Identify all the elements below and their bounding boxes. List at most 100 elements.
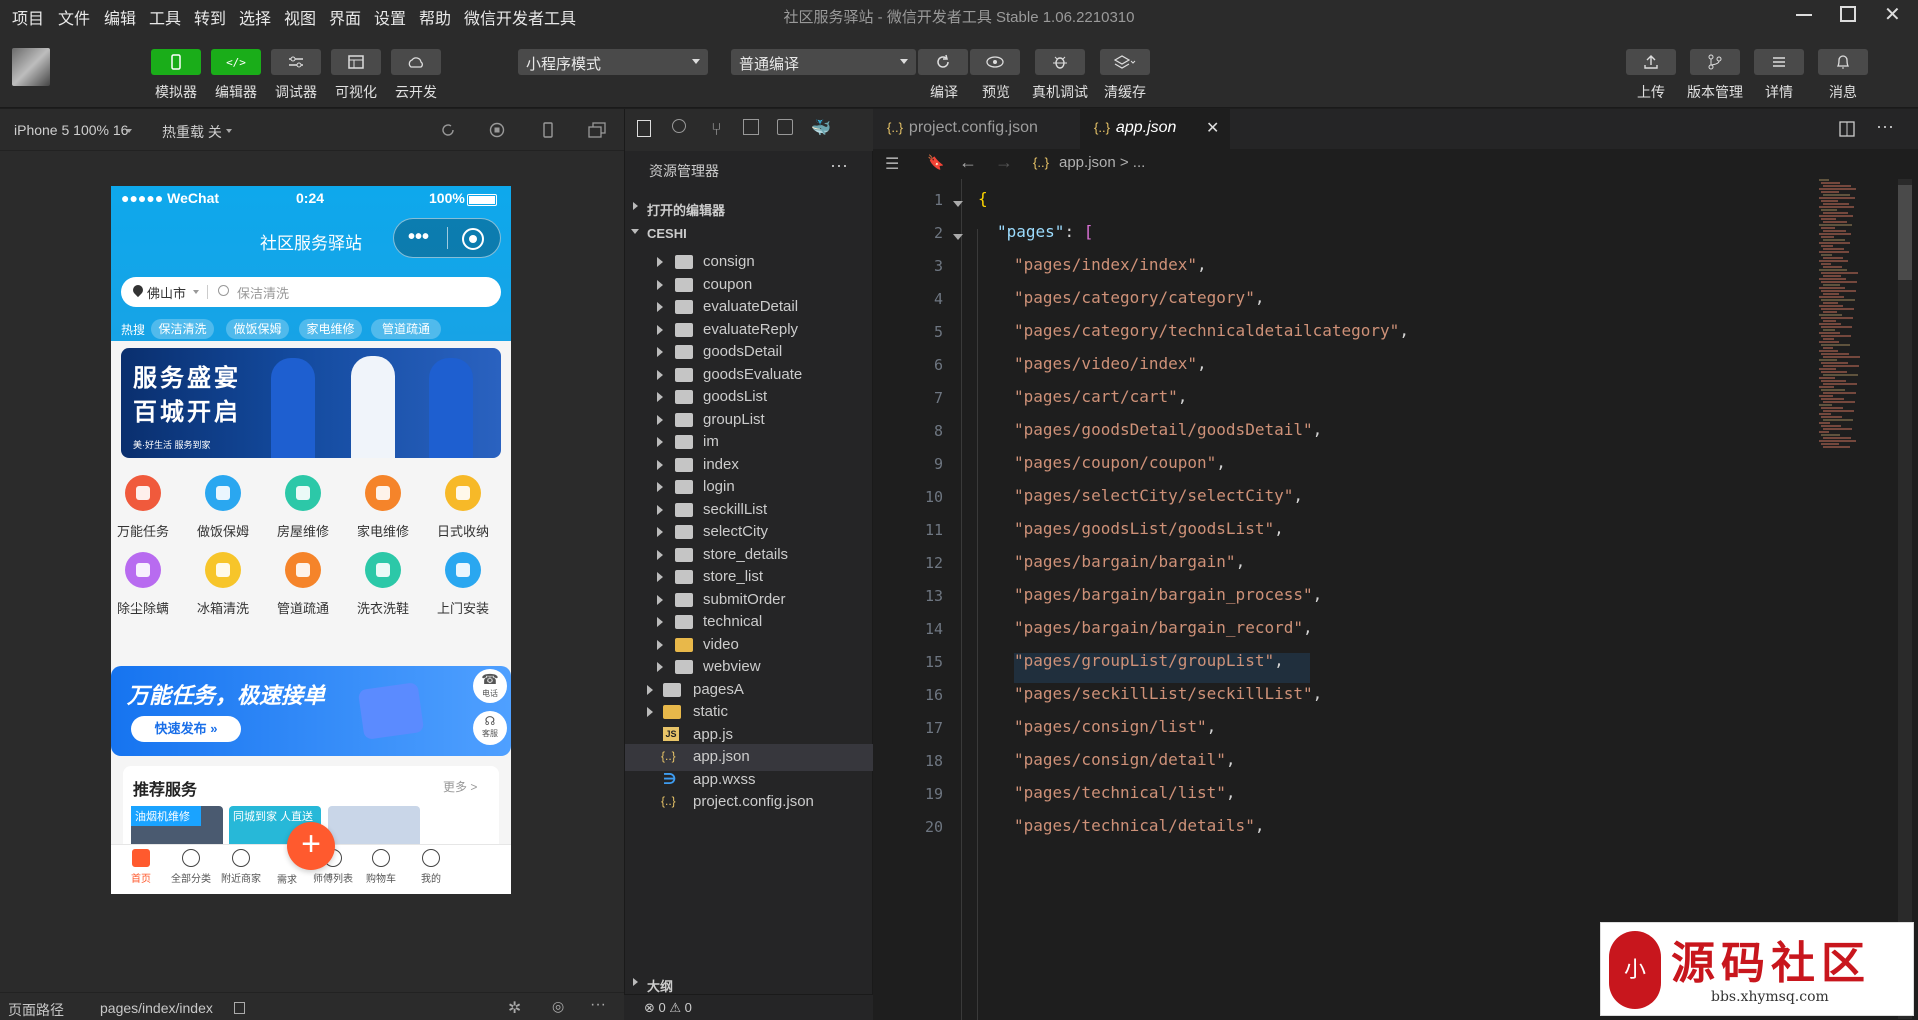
category-item[interactable]: 管道疏通 bbox=[268, 552, 338, 617]
code-line[interactable]: "pages/technical/details", bbox=[1014, 816, 1264, 835]
search-bar[interactable]: 佛山市 保洁清洗 bbox=[121, 277, 501, 307]
messages-button[interactable] bbox=[1818, 49, 1868, 75]
source-control-icon[interactable]: ⑂ bbox=[711, 119, 722, 140]
detach-window-icon[interactable] bbox=[588, 122, 606, 138]
forward-arrow-icon[interactable]: → bbox=[995, 152, 1013, 173]
maximize-icon[interactable] bbox=[1840, 6, 1856, 22]
code-line[interactable]: "pages": [ bbox=[997, 222, 1093, 241]
page-path-label[interactable]: 页面路径 bbox=[8, 1000, 64, 1020]
editor-toggle-button[interactable]: </> bbox=[211, 49, 261, 75]
category-item[interactable]: 家电维修 bbox=[348, 475, 418, 540]
fold-chevron-icon[interactable] bbox=[953, 234, 963, 240]
preview-button[interactable] bbox=[970, 49, 1020, 75]
storage-icon[interactable] bbox=[777, 119, 793, 135]
menu-select[interactable]: 选择 bbox=[239, 5, 271, 29]
customer-service-button[interactable]: ☊ 客服 bbox=[473, 711, 507, 745]
docker-icon[interactable]: 🐳 bbox=[811, 118, 831, 138]
mode-select[interactable]: 小程序模式 bbox=[518, 49, 708, 75]
menu-view[interactable]: 视图 bbox=[284, 5, 316, 29]
hot-tag[interactable]: 管道疏通 bbox=[371, 319, 441, 339]
code-line[interactable]: "pages/category/technicaldetailcategory"… bbox=[1014, 321, 1409, 340]
stop-icon[interactable] bbox=[489, 122, 505, 138]
minimap[interactable] bbox=[1813, 179, 1893, 479]
recommend-more-link[interactable]: 更多 > bbox=[443, 778, 477, 795]
device-select[interactable]: iPhone 5 100% 16 bbox=[14, 122, 128, 138]
files-icon[interactable] bbox=[637, 120, 651, 137]
code-line[interactable]: "pages/seckillList/seckillList", bbox=[1014, 684, 1322, 703]
hot-reload-select[interactable]: 热重载 关 bbox=[162, 122, 222, 142]
capsule-menu[interactable]: ••• bbox=[393, 218, 501, 258]
cloud-dev-button[interactable] bbox=[391, 49, 441, 75]
debugger-toggle-button[interactable] bbox=[271, 49, 321, 75]
more-icon[interactable]: ··· bbox=[830, 155, 848, 176]
search-input[interactable]: 保洁清洗 bbox=[237, 283, 289, 302]
category-item[interactable]: 日式收纳 bbox=[428, 475, 498, 540]
fold-chevron-icon[interactable] bbox=[953, 201, 963, 207]
scrollbar[interactable] bbox=[1898, 179, 1912, 1019]
minimize-icon[interactable] bbox=[1796, 14, 1812, 16]
version-control-button[interactable] bbox=[1690, 49, 1740, 75]
promo-banner[interactable]: 服务盛宴 百城开启 美·好生活 服务到家 bbox=[121, 348, 501, 458]
code-line[interactable]: "pages/coupon/coupon", bbox=[1014, 453, 1226, 472]
phone-call-button[interactable]: ☎ 电话 bbox=[473, 669, 507, 703]
upload-button[interactable] bbox=[1626, 49, 1676, 75]
tab-app-json[interactable]: {..} app.json ✕ bbox=[1080, 109, 1230, 149]
menu-tools[interactable]: 工具 bbox=[149, 5, 181, 29]
close-window-icon[interactable]: ✕ bbox=[1884, 2, 1901, 27]
code-line[interactable]: "pages/groupList/groupList", bbox=[1014, 651, 1284, 670]
hot-tag[interactable]: 家电维修 bbox=[299, 319, 362, 339]
search-icon[interactable] bbox=[672, 119, 686, 133]
code-line[interactable]: "pages/goodsList/goodsList", bbox=[1014, 519, 1284, 538]
copy-icon[interactable] bbox=[234, 1002, 245, 1014]
tab-bar-item[interactable]: 全部分类 bbox=[163, 849, 219, 885]
code-line[interactable]: "pages/selectCity/selectCity", bbox=[1014, 486, 1303, 505]
close-tab-icon[interactable]: ✕ bbox=[1206, 118, 1219, 138]
menu-file[interactable]: 文件 bbox=[58, 5, 90, 29]
remote-debug-button[interactable] bbox=[1035, 49, 1085, 75]
compile-select[interactable]: 普通编译 bbox=[731, 49, 916, 75]
tab-bar-item[interactable]: 我的 bbox=[403, 849, 459, 885]
tab-bar-item[interactable]: 首页 bbox=[113, 849, 169, 885]
close-mini-program-icon[interactable] bbox=[462, 228, 484, 250]
quick-publish-button[interactable]: 快速发布 » bbox=[131, 716, 241, 742]
category-item[interactable]: 上门安装 bbox=[428, 552, 498, 617]
extensions-icon[interactable] bbox=[743, 119, 759, 135]
more-icon[interactable]: ••• bbox=[408, 227, 429, 247]
menu-help[interactable]: 帮助 bbox=[419, 5, 451, 29]
simulator-toggle-button[interactable] bbox=[151, 49, 201, 75]
reload-icon[interactable] bbox=[440, 122, 456, 138]
task-promo-banner[interactable]: 万能任务，极速接单 快速发布 » bbox=[111, 666, 511, 756]
back-arrow-icon[interactable]: ← bbox=[959, 152, 977, 173]
hot-tag[interactable]: 做饭保姆 bbox=[226, 319, 289, 339]
menu-interface[interactable]: 界面 bbox=[329, 5, 361, 29]
open-editors-section[interactable]: 打开的编辑器 bbox=[625, 194, 874, 220]
code-line[interactable]: "pages/bargain/bargain_process", bbox=[1014, 585, 1322, 604]
code-line[interactable]: { bbox=[978, 189, 988, 208]
more-icon[interactable]: ··· bbox=[590, 996, 606, 1014]
bookmark-icon[interactable]: 🔖 bbox=[927, 154, 944, 171]
code-line[interactable]: "pages/consign/list", bbox=[1014, 717, 1216, 736]
code-line[interactable]: "pages/technical/list", bbox=[1014, 783, 1236, 802]
problems-count[interactable]: ⊗ 0 ⚠ 0 bbox=[644, 1000, 692, 1016]
code-line[interactable]: "pages/index/index", bbox=[1014, 255, 1207, 274]
code-line[interactable]: "pages/cart/cart", bbox=[1014, 387, 1187, 406]
outline-section[interactable]: 大纲 bbox=[625, 970, 874, 996]
category-item[interactable]: 除尘除螨 bbox=[111, 552, 178, 617]
visual-toggle-button[interactable] bbox=[331, 49, 381, 75]
publish-plus-button[interactable]: + bbox=[287, 822, 335, 870]
code-line[interactable]: "pages/video/index", bbox=[1014, 354, 1207, 373]
split-editor-icon[interactable] bbox=[1839, 121, 1855, 137]
menu-edit[interactable]: 编辑 bbox=[104, 5, 136, 29]
city-select[interactable]: 佛山市 bbox=[147, 283, 186, 302]
code-line[interactable]: "pages/bargain/bargain", bbox=[1014, 552, 1245, 571]
category-item[interactable]: 洗衣洗鞋 bbox=[348, 552, 418, 617]
hot-tag[interactable]: 保洁清洗 bbox=[151, 319, 214, 339]
clear-cache-button[interactable] bbox=[1100, 49, 1150, 75]
code-line[interactable]: "pages/goodsDetail/goodsDetail", bbox=[1014, 420, 1322, 439]
menu-goto[interactable]: 转到 bbox=[194, 5, 226, 29]
category-item[interactable]: 冰箱清洗 bbox=[188, 552, 258, 617]
category-item[interactable]: 做饭保姆 bbox=[188, 475, 258, 540]
avatar[interactable] bbox=[12, 48, 50, 86]
menu-wechat-devtools[interactable]: 微信开发者工具 bbox=[464, 5, 576, 29]
details-button[interactable] bbox=[1754, 49, 1804, 75]
